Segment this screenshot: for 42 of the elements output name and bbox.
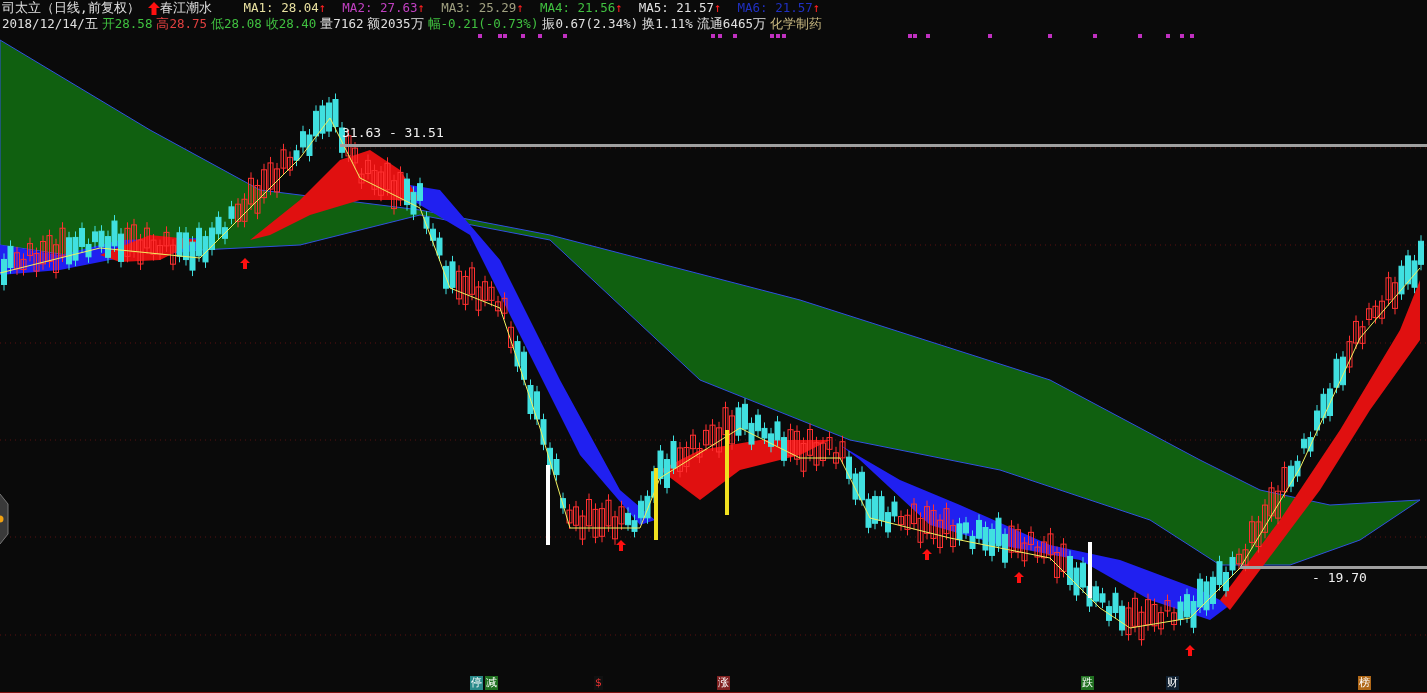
event-marker: 跌 bbox=[1081, 676, 1094, 690]
ma-value: MA2: 27.63 bbox=[342, 0, 418, 16]
trend-arrow: ↑ bbox=[516, 0, 524, 16]
trend-arrow: ↑ bbox=[615, 0, 623, 16]
up-arrow-icon bbox=[616, 540, 626, 551]
signal-bar bbox=[1088, 542, 1092, 598]
quote-field: 高28.75 bbox=[156, 16, 208, 32]
stock-title: 司太立（日线,前复权） bbox=[2, 0, 140, 16]
quote-field: 化学制药 bbox=[769, 16, 822, 32]
quote-field: 量7162 bbox=[320, 16, 364, 32]
quote-field: 收28.40 bbox=[265, 16, 317, 32]
ma-value: MA3: 25.29 bbox=[441, 0, 517, 16]
up-arrow-icon bbox=[922, 549, 932, 560]
signal-bar bbox=[654, 468, 658, 540]
event-marker: 涨 bbox=[717, 676, 730, 690]
quote-field: 额2035万 bbox=[367, 16, 424, 32]
trend-arrow: ↑ bbox=[714, 0, 722, 16]
quote-field: 振0.67(2.34%) bbox=[542, 16, 639, 32]
ma-value: MA1: 28.04 bbox=[243, 0, 319, 16]
event-marker: 停 bbox=[470, 676, 483, 690]
event-marker: 财 bbox=[1166, 676, 1179, 690]
trend-arrow: ↑ bbox=[318, 0, 327, 16]
quote-field: 幅-0.21(-0.73%) bbox=[427, 16, 539, 32]
event-marker: $ bbox=[594, 676, 603, 690]
quote-field: 2018/12/14/五 bbox=[2, 16, 98, 32]
price-level-label: - 19.70 bbox=[1312, 570, 1367, 585]
trend-arrow: ↑ bbox=[812, 0, 821, 16]
ma-value: MA6: 21.57 bbox=[737, 0, 813, 16]
up-arrow-icon bbox=[1185, 645, 1195, 656]
quote-field: 低28.08 bbox=[211, 16, 262, 32]
up-arrow-icon bbox=[147, 1, 160, 15]
quote-field: 换1.11% bbox=[642, 16, 693, 32]
ma-value: MA5: 21.57 bbox=[638, 0, 714, 16]
trend-arrow: ↑ bbox=[417, 0, 426, 16]
up-arrow-icon bbox=[1014, 572, 1024, 583]
event-marker: 榜 bbox=[1358, 676, 1371, 690]
indicator-name: 春江潮水 bbox=[159, 0, 212, 16]
up-arrow-icon bbox=[240, 258, 250, 269]
quote-field: 流通6465万 bbox=[696, 16, 766, 32]
quote-field: 开28.58 bbox=[101, 16, 153, 32]
ma-value: MA4: 21.56 bbox=[539, 0, 616, 16]
event-marker: 减 bbox=[485, 676, 498, 690]
